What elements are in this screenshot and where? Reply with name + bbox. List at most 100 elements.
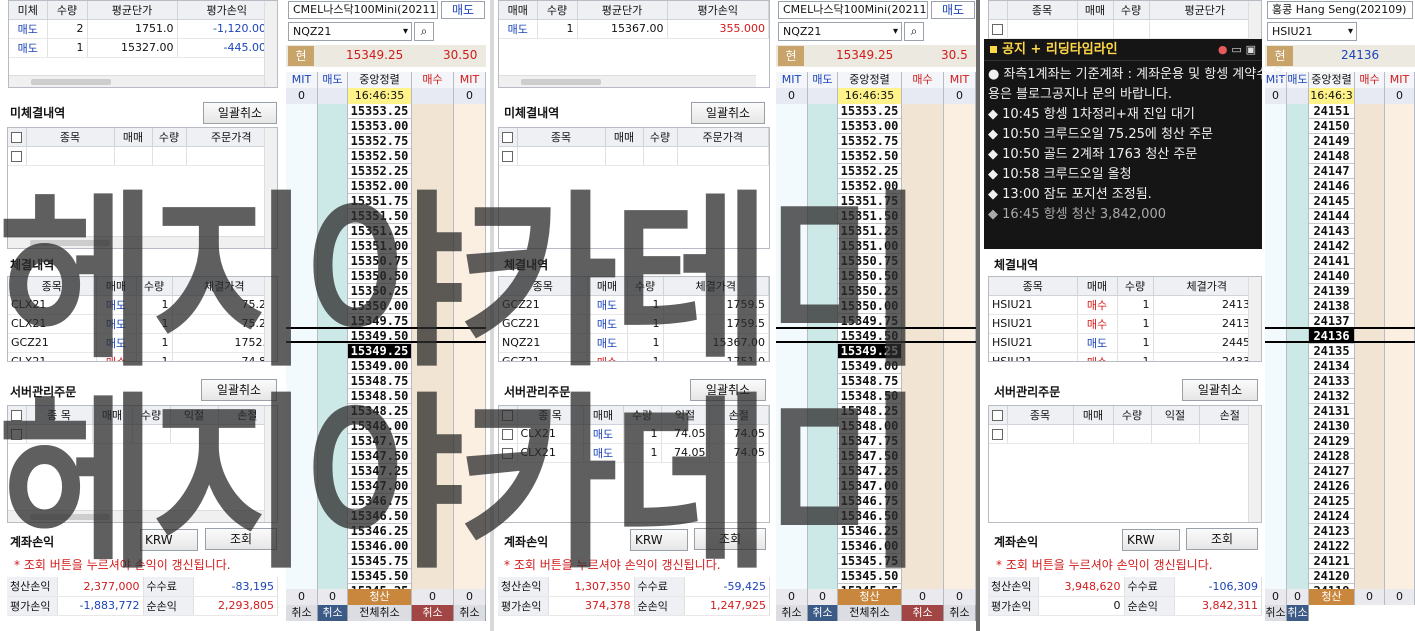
price-level[interactable]: 24134	[1309, 359, 1354, 374]
price-level[interactable]: 15353.25	[348, 104, 411, 119]
table-row[interactable]: GCZ21 매수 1 1751.0	[499, 352, 769, 361]
cancel-button[interactable]: 취소	[286, 605, 318, 621]
price-level[interactable]: 15346.25	[838, 524, 901, 539]
price-level[interactable]: 24135	[1309, 344, 1354, 359]
vertical-scrollbar[interactable]	[1248, 277, 1261, 361]
ladder-header-buy-qty[interactable]: 매수	[902, 72, 944, 88]
code-select[interactable]: NQZ21	[778, 22, 902, 41]
price-level[interactable]: 15347.25	[838, 464, 901, 479]
ladder-header-buy-qty[interactable]: 매수	[1355, 72, 1385, 88]
ladder-column-mit-buy[interactable]	[1385, 104, 1415, 604]
cancel-button[interactable]: 취소	[318, 605, 348, 621]
price-level[interactable]: 24124	[1309, 509, 1354, 524]
table-row[interactable]: HSIU21 매도 1 24453	[989, 333, 1261, 353]
price-level[interactable]: 15348.50	[348, 389, 411, 404]
price-level[interactable]: 15346.50	[348, 509, 411, 524]
liquidate-button[interactable]: 청산	[1309, 589, 1355, 605]
price-level[interactable]: 24127	[1309, 464, 1354, 479]
price-level[interactable]: 15347.00	[348, 479, 411, 494]
ladder-column-mit-sell[interactable]	[776, 104, 808, 604]
price-level[interactable]: 15348.75	[348, 374, 411, 389]
ladder-column-mit-sell[interactable]	[286, 104, 318, 604]
table-row[interactable]: CLX21 매도 1 75.25	[8, 314, 277, 334]
ladder-column-price[interactable]: 24151 24150 24149 24148 24147 24146 24145 24144…	[1309, 104, 1355, 604]
select-all-checkbox[interactable]	[992, 409, 1004, 421]
price-level[interactable]: 24129	[1309, 434, 1354, 449]
price-level[interactable]: 15345.50	[348, 569, 411, 584]
row-checkbox[interactable]	[502, 447, 514, 459]
price-level[interactable]: 15352.75	[838, 134, 901, 149]
vertical-scrollbar[interactable]	[264, 128, 277, 248]
table-row[interactable]: 매도 1 15327.00 -445.000	[9, 38, 277, 58]
price-level[interactable]: 15350.25	[348, 284, 411, 299]
price-level[interactable]: 15347.75	[838, 434, 901, 449]
code-select[interactable]: NQZ21	[288, 22, 412, 41]
table-row[interactable]: CLX21 매도 1 74.05 74.05	[499, 443, 769, 463]
price-level[interactable]: 15351.25	[348, 224, 411, 239]
side-toggle[interactable]: 매도	[931, 1, 975, 19]
price-level[interactable]: 15348.25	[838, 404, 901, 419]
price-level[interactable]: 24131	[1309, 404, 1354, 419]
price-level[interactable]: 15351.75	[838, 194, 901, 209]
cancel-button[interactable]: 취소	[944, 605, 976, 621]
price-level[interactable]: 15352.25	[348, 164, 411, 179]
table-row[interactable]: GCZ21 매도 1 1759.5	[499, 295, 769, 315]
table-row[interactable]: GCZ21 매도 1 1752.0	[8, 333, 277, 353]
price-level[interactable]: 15349.25	[348, 344, 411, 359]
price-level[interactable]: 15351.50	[838, 209, 901, 224]
cancel-button[interactable]: 취소	[1265, 605, 1287, 621]
cancel-all-button[interactable]: 일괄취소	[691, 102, 765, 124]
price-level[interactable]: 15345.50	[838, 569, 901, 584]
table-row[interactable]: HSIU21 매수 1 24335	[989, 352, 1261, 361]
price-level[interactable]: 24138	[1309, 299, 1354, 314]
ladder-header-sell-qty[interactable]: 매도	[808, 72, 838, 88]
side-toggle[interactable]: 매도	[441, 1, 485, 19]
query-button[interactable]: 조회	[205, 528, 277, 550]
price-level[interactable]: 15352.50	[838, 149, 901, 164]
price-level[interactable]: 15348.50	[838, 389, 901, 404]
row-checkbox[interactable]	[992, 428, 1004, 440]
cancel-all-orders-button[interactable]: 전체취소	[348, 605, 412, 621]
price-level[interactable]: 24146	[1309, 179, 1354, 194]
query-button[interactable]: 조회	[1186, 528, 1258, 550]
ladder-column-mit-sell[interactable]	[1265, 104, 1287, 604]
row-checkbox[interactable]	[11, 150, 23, 162]
cancel-all-button[interactable]: 일괄취소	[203, 102, 277, 124]
cancel-all-orders-button[interactable]: 전체취소	[838, 605, 902, 621]
symbol-field[interactable]: CMEL나스닥100Mini(202112	[288, 1, 438, 19]
price-level[interactable]: 15347.00	[838, 479, 901, 494]
price-level[interactable]: 24148	[1309, 149, 1354, 164]
price-level[interactable]: 15353.00	[838, 119, 901, 134]
select-all-checkbox[interactable]	[502, 131, 514, 143]
ladder-header-mit-sell[interactable]: MIT	[776, 72, 808, 88]
price-level[interactable]: 15347.50	[348, 449, 411, 464]
price-level[interactable]: 15350.00	[348, 299, 411, 314]
cancel-button[interactable]: 취소	[808, 605, 838, 621]
ladder-header-price[interactable]: 중앙정렬	[348, 72, 412, 88]
price-level[interactable]: 15353.00	[348, 119, 411, 134]
price-level[interactable]: 24120	[1309, 569, 1354, 584]
ladder-header-mit-buy[interactable]: MIT	[454, 72, 486, 88]
search-icon[interactable]: ⌕	[904, 22, 924, 41]
price-level[interactable]: 15348.00	[838, 419, 901, 434]
price-level[interactable]: 15347.25	[348, 464, 411, 479]
select-all-checkbox[interactable]	[8, 128, 27, 147]
table-row[interactable]	[499, 146, 769, 166]
price-level[interactable]: 15348.25	[348, 404, 411, 419]
price-level[interactable]: 24147	[1309, 164, 1354, 179]
price-level[interactable]: 15351.25	[838, 224, 901, 239]
price-level[interactable]: 15346.00	[348, 539, 411, 554]
price-level[interactable]: 24130	[1309, 419, 1354, 434]
ladder-header-sell-qty[interactable]: 매도	[318, 72, 348, 88]
symbol-field[interactable]: CMEL나스닥100Mini(202112	[778, 1, 928, 19]
price-level[interactable]: 15345.75	[838, 554, 901, 569]
table-row[interactable]: CLX21 매도 1 75.25	[8, 295, 277, 315]
price-level[interactable]: 15346.75	[838, 494, 901, 509]
ladder-column-sell-qty[interactable]	[808, 104, 838, 604]
price-level[interactable]: 15348.75	[838, 374, 901, 389]
price-level[interactable]: 24145	[1309, 194, 1354, 209]
ladder-column-mit-buy[interactable]	[944, 104, 976, 604]
cancel-all-button[interactable]: 일괄취소	[1182, 379, 1258, 401]
price-level[interactable]: 15346.00	[838, 539, 901, 554]
cancel-button[interactable]: 취소	[454, 605, 486, 621]
